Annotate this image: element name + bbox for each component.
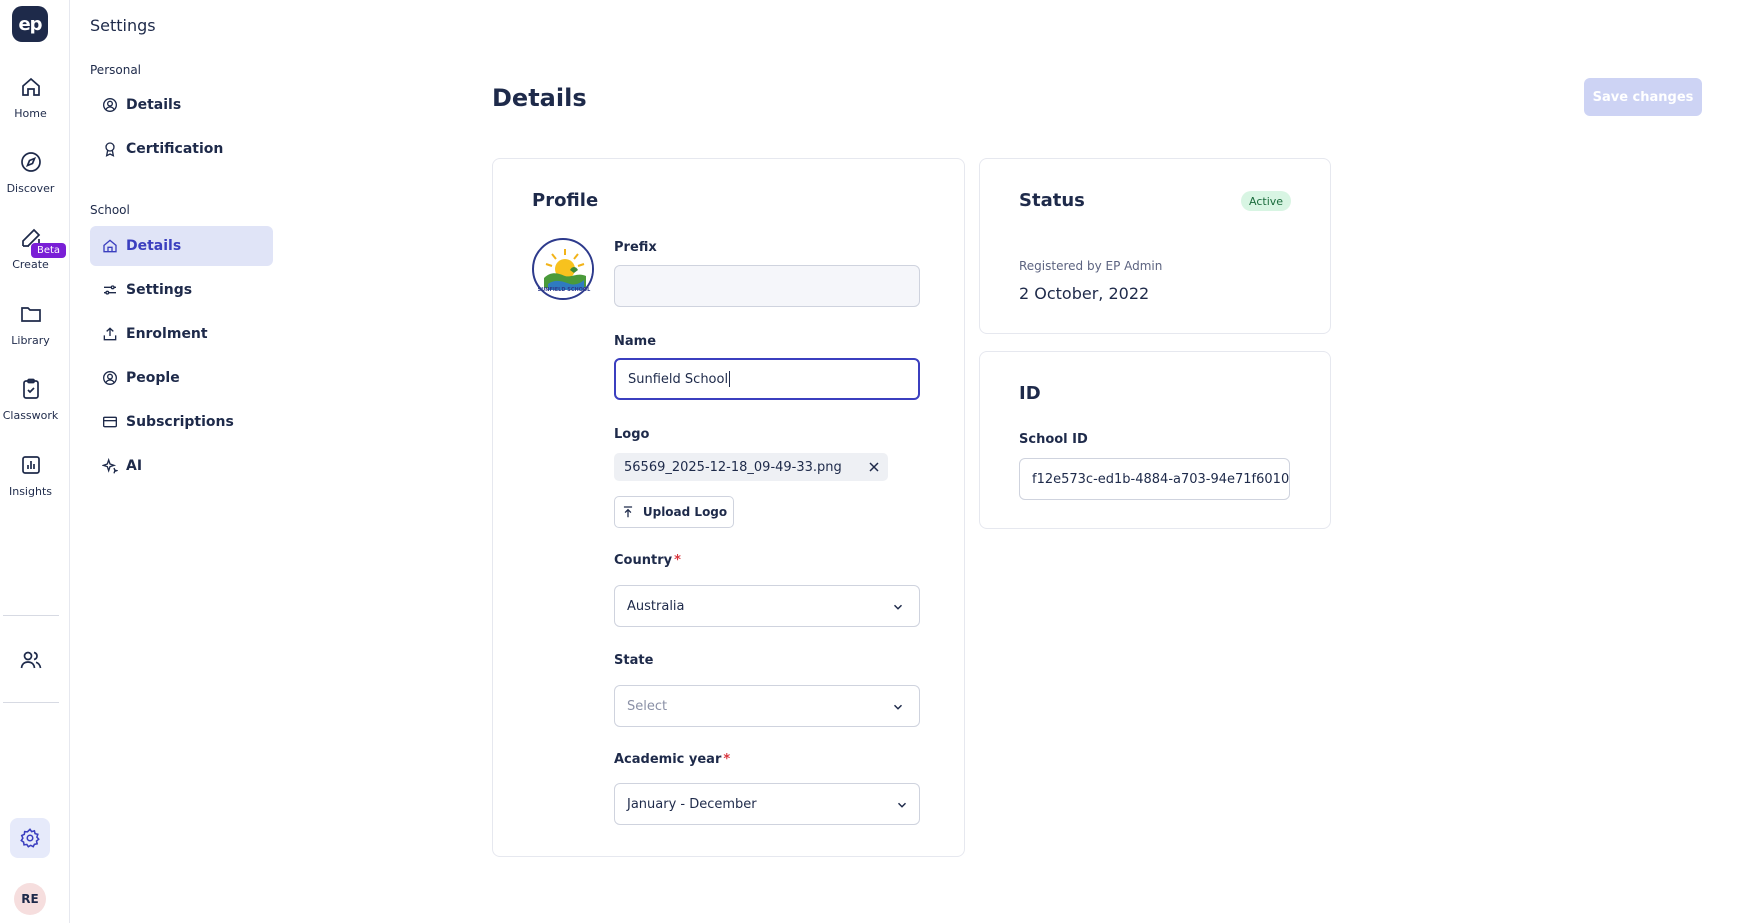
users-icon	[20, 651, 41, 669]
upload-logo-button[interactable]: Upload Logo	[614, 496, 734, 528]
logo-file-chip: 56569_2025-12-18_09-49-33.png	[614, 453, 888, 481]
academic-year-label-text: Academic year	[614, 752, 722, 767]
required-asterisk: *	[723, 752, 731, 767]
rail-library[interactable]: Library	[0, 302, 61, 347]
sidebar-section-school: School	[90, 203, 130, 217]
chevron-down-icon	[893, 704, 903, 710]
school-logo-text: SUNFIELD SCHOOL	[537, 287, 591, 293]
settings-sidebar: Settings Personal Details Certification …	[70, 0, 290, 923]
award-icon	[105, 142, 115, 157]
sidebar-item-label: Details	[126, 97, 182, 113]
state-label: State	[614, 653, 654, 668]
sidebar-item-ai[interactable]: AI	[90, 446, 273, 486]
clipboard-check-icon	[22, 378, 39, 399]
sidebar-item-label: Details	[126, 238, 182, 254]
chevron-down-icon	[897, 802, 907, 808]
state-placeholder: Select	[627, 698, 668, 714]
school-id-field[interactable]: f12e573c-ed1b-4884-a703-94e71f60108	[1019, 458, 1290, 500]
bar-chart-icon	[21, 456, 40, 474]
beta-badge: Beta	[31, 243, 67, 258]
sidebar-title: Settings	[90, 16, 156, 35]
name-input[interactable]: Sunfield School	[614, 358, 920, 400]
rail-home-label: Home	[14, 107, 47, 120]
folder-icon	[20, 307, 41, 322]
sidebar-item-label: Subscriptions	[126, 414, 234, 430]
prefix-label: Prefix	[614, 240, 657, 255]
rail-classwork[interactable]: Classwork	[0, 377, 61, 422]
sidebar-item-enrolment[interactable]: Enrolment	[90, 314, 273, 354]
registration-date: 2 October, 2022	[1019, 284, 1150, 303]
rail-settings-button[interactable]	[10, 818, 50, 858]
sidebar-item-label: AI	[126, 458, 143, 474]
page-title: Details	[492, 84, 587, 112]
upload-icon	[623, 506, 632, 518]
academic-year-label: Academic year *	[614, 752, 730, 767]
sparkle-icon	[102, 458, 118, 474]
name-label: Name	[614, 334, 657, 349]
school-home-icon	[103, 239, 117, 253]
registered-by-text: Registered by EP Admin	[1019, 259, 1163, 273]
logo-filename: 56569_2025-12-18_09-49-33.png	[624, 459, 842, 475]
chevron-down-icon	[893, 604, 903, 610]
user-circle-icon	[103, 371, 117, 385]
status-title: Status	[1019, 190, 1085, 211]
state-select[interactable]: Select	[614, 685, 920, 727]
sliders-icon	[104, 285, 116, 295]
sidebar-item-people[interactable]: People	[90, 358, 273, 398]
upload-icon	[103, 327, 117, 341]
rail-discover[interactable]: Discover	[0, 150, 61, 195]
prefix-input[interactable]	[614, 265, 920, 307]
sidebar-item-certification[interactable]: Certification	[90, 129, 273, 169]
academic-year-value: January - December	[627, 796, 757, 812]
sidebar-item-subscriptions[interactable]: Subscriptions	[90, 402, 273, 442]
logo-label: Logo	[614, 427, 650, 442]
user-circle-icon	[103, 98, 117, 112]
rail-library-label: Library	[11, 334, 50, 347]
status-card	[979, 158, 1331, 334]
sidebar-section-personal: Personal	[90, 63, 142, 77]
country-label: Country *	[614, 553, 681, 568]
rail-users[interactable]	[0, 648, 61, 680]
country-label-text: Country	[614, 553, 673, 568]
rail-discover-label: Discover	[6, 182, 55, 195]
rail-divider	[3, 702, 59, 703]
sidebar-item-label: Enrolment	[126, 326, 208, 342]
status-badge: Active	[1241, 191, 1292, 211]
id-title: ID	[1019, 383, 1041, 404]
credit-card-icon	[103, 416, 117, 428]
user-avatar[interactable]: RE	[14, 883, 46, 915]
sidebar-item-label: Settings	[126, 282, 193, 298]
compass-icon	[20, 152, 41, 172]
gear-icon	[20, 828, 40, 848]
name-input-value: Sunfield School	[628, 371, 729, 387]
home-icon	[21, 77, 40, 96]
ep-logo[interactable]: ep	[12, 6, 48, 42]
sidebar-item-school-settings[interactable]: Settings	[90, 270, 273, 310]
academic-year-select[interactable]: January - December	[614, 783, 920, 825]
icon-rail: ep Home Discover Create Beta Library Cla…	[0, 0, 70, 923]
school-id-label: School ID	[1019, 432, 1088, 447]
rail-insights[interactable]: Insights	[0, 453, 61, 498]
sidebar-item-personal-details[interactable]: Details	[90, 85, 273, 125]
text-caret	[729, 371, 731, 387]
save-changes-button[interactable]: Save changes	[1584, 78, 1702, 116]
close-icon[interactable]	[866, 459, 882, 475]
sidebar-item-label: People	[126, 370, 180, 386]
sidebar-item-label: Certification	[126, 141, 224, 157]
country-value: Australia	[627, 598, 685, 614]
profile-title: Profile	[532, 190, 599, 211]
rail-divider	[3, 615, 59, 616]
country-select[interactable]: Australia	[614, 585, 920, 627]
rail-insights-label: Insights	[8, 485, 52, 498]
upload-logo-label: Upload Logo	[642, 505, 728, 519]
sidebar-item-school-details[interactable]: Details	[90, 226, 273, 266]
rail-create-label: Create	[12, 258, 49, 271]
required-asterisk: *	[674, 553, 681, 568]
rail-classwork-label: Classwork	[2, 409, 59, 422]
rail-home[interactable]: Home	[0, 75, 61, 120]
